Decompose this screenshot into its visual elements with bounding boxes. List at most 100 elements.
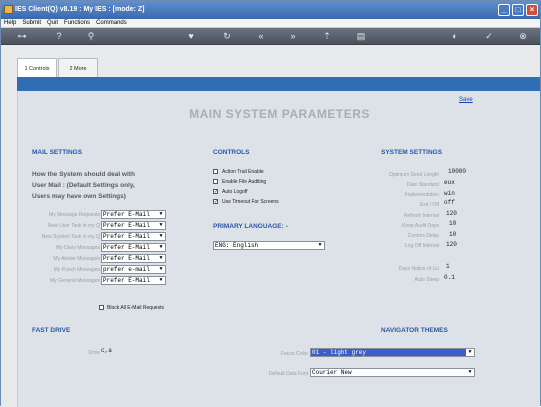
close-icon[interactable]: × <box>526 4 538 16</box>
mail-value-1: Prefer E-Mail <box>103 222 150 229</box>
system-label-3: Exit / Off <box>419 202 439 208</box>
auto-logoff-label: Auto Logoff <box>222 189 248 195</box>
tab-controls[interactable]: 1 Controls <box>17 58 57 79</box>
check-icon[interactable]: ✓ <box>483 30 495 42</box>
timeout-label: Use Timeout For Screens <box>222 199 279 205</box>
notice-value[interactable]: 1 <box>446 263 450 270</box>
cancel-icon[interactable]: ⊗ <box>517 30 529 42</box>
chevron-down-icon: ▼ <box>157 222 165 229</box>
system-value-6[interactable]: 10 <box>449 231 456 238</box>
notice-label: Days Notice of Lic <box>398 266 439 272</box>
mail-label-6: My General Messages <box>49 278 100 284</box>
chevron-down-icon: ▼ <box>157 244 165 251</box>
back-icon[interactable]: « <box>255 30 267 42</box>
autosleep-value[interactable]: 0.1 <box>444 274 455 281</box>
system-label-5: Keep Audit Days <box>402 223 439 229</box>
system-value-4[interactable]: 120 <box>446 210 457 217</box>
mail-label-2: New System Task in my Q <box>41 234 100 240</box>
key-icon[interactable]: ⊶ <box>11 30 33 42</box>
globe-icon[interactable]: ◐ <box>449 30 461 42</box>
auto-logoff-checkbox[interactable]: ✓ <box>213 189 218 195</box>
action-trail-label: Action Trail Enable <box>222 169 264 175</box>
save-link[interactable]: Save <box>459 97 473 103</box>
fast-drive-heading: FAST DRIVE <box>32 327 71 334</box>
minimize-icon[interactable]: _ <box>498 4 510 16</box>
mail-desc-3: Users may have own Settings) <box>32 193 126 200</box>
menu-help[interactable]: Help <box>4 20 16 26</box>
heart-icon[interactable]: ♥ <box>185 30 197 42</box>
block-email-checkbox[interactable] <box>99 305 104 310</box>
system-label-2: Implementation <box>404 192 439 198</box>
menu-commands[interactable]: Commands <box>96 20 127 26</box>
file-auditing-checkbox[interactable] <box>213 179 218 184</box>
page-icon[interactable]: ▤ <box>355 30 367 42</box>
tab-more[interactable]: 2 More <box>58 58 98 79</box>
mail-select-0[interactable]: Prefer E-Mail ▼ <box>101 210 166 219</box>
system-label-0: Optimum Send Length <box>388 172 439 178</box>
maximize-icon[interactable]: □ <box>512 4 524 16</box>
upload-icon[interactable]: ⇡ <box>321 30 333 42</box>
mail-value-5: prefer e-mail <box>103 266 150 273</box>
mail-select-6[interactable]: Prefer E-Mail ▼ <box>101 276 166 285</box>
window-title: IES Client(Q) v8.19 : My IES : [mode: Z] <box>15 6 145 13</box>
navigator-themes-heading: NAVIGATOR THEMES <box>381 327 448 334</box>
language-value: ENG: English <box>215 242 259 249</box>
mail-settings-heading: MAIL SETTINGS <box>32 149 83 156</box>
menu-bar: Help Submit Quit Functions Commands <box>1 19 540 28</box>
system-value-0[interactable]: 10000 <box>448 168 466 175</box>
mail-select-5[interactable]: prefer e-mail ▼ <box>101 265 166 274</box>
chevron-down-icon: ▼ <box>316 242 324 249</box>
language-select[interactable]: ENG: English ▼ <box>213 241 325 250</box>
menu-submit[interactable]: Submit <box>22 20 41 26</box>
main-content: Save MAIN SYSTEM PARAMETERS MAIL SETTING… <box>17 91 540 407</box>
system-value-7[interactable]: 120 <box>446 241 457 248</box>
mail-select-3[interactable]: Prefer E-Mail ▼ <box>101 243 166 252</box>
app-window: IES Client(Q) v8.19 : My IES : [mode: Z]… <box>0 0 541 407</box>
timeout-checkbox[interactable]: ✓ <box>213 199 218 205</box>
chevron-down-icon: ▼ <box>157 277 165 284</box>
system-label-7: Log Off Interval <box>404 243 439 249</box>
refresh-icon[interactable]: ↻ <box>221 30 233 42</box>
system-label-6: Comms Delay <box>407 233 439 239</box>
system-value-5[interactable]: 10 <box>449 220 456 227</box>
focus-color-select[interactable]: 01 - light grey ▼ <box>310 348 475 357</box>
system-label-4: Refresh Interval <box>403 213 439 219</box>
title-bar: IES Client(Q) v8.19 : My IES : [mode: Z]… <box>1 1 540 19</box>
help-icon[interactable]: ? <box>53 30 65 42</box>
controls-heading: CONTROLS <box>213 149 250 156</box>
system-value-1[interactable]: eux <box>444 179 455 186</box>
drive-value[interactable]: c,a <box>101 347 112 354</box>
mail-select-2[interactable]: Prefer E-Mail ▼ <box>101 232 166 241</box>
mail-select-1[interactable]: Prefer E-Mail ▼ <box>101 221 166 230</box>
mail-value-2: Prefer E-Mail <box>103 233 150 240</box>
data-font-label: Default Data Font <box>268 371 308 377</box>
chevron-down-icon: ▼ <box>157 266 165 273</box>
chevron-down-icon: ▼ <box>466 369 474 376</box>
system-value-3[interactable]: off <box>444 199 455 206</box>
chevron-down-icon: ▼ <box>157 233 165 240</box>
data-font-value: Courier New <box>312 369 352 376</box>
mail-value-4: Prefer E-Mail <box>103 255 150 262</box>
chevron-down-icon: ▼ <box>157 211 165 218</box>
mail-label-3: My Diary Messages <box>56 245 100 251</box>
action-trail-checkbox[interactable] <box>213 169 218 174</box>
system-value-2[interactable]: win <box>444 190 455 197</box>
page-title: MAIN SYSTEM PARAMETERS <box>189 107 370 121</box>
mail-label-4: My Alerter Messages <box>53 256 100 262</box>
data-font-select[interactable]: Courier New ▼ <box>310 368 475 377</box>
chevron-down-icon: ▼ <box>466 349 474 356</box>
file-auditing-label: Enable File Auditing <box>222 179 267 185</box>
system-label-1: Date Standard <box>406 182 439 188</box>
menu-quit[interactable]: Quit <box>47 20 58 26</box>
mail-value-6: Prefer E-Mail <box>103 277 150 284</box>
focus-color-label: Focus Color <box>281 351 308 357</box>
language-heading: PRIMARY LANGUAGE: - <box>213 223 288 230</box>
search-icon[interactable]: ⚲ <box>85 30 97 42</box>
focus-color-value: 01 - light grey <box>312 349 367 356</box>
mail-desc-1: How the System should deal with <box>32 171 135 178</box>
forward-icon[interactable]: » <box>287 30 299 42</box>
mail-select-4[interactable]: Prefer E-Mail ▼ <box>101 254 166 263</box>
autosleep-label: Auto Sleep <box>414 277 439 283</box>
menu-functions[interactable]: Functions <box>64 20 90 26</box>
mail-label-1: New User Task in my Q <box>47 223 100 229</box>
